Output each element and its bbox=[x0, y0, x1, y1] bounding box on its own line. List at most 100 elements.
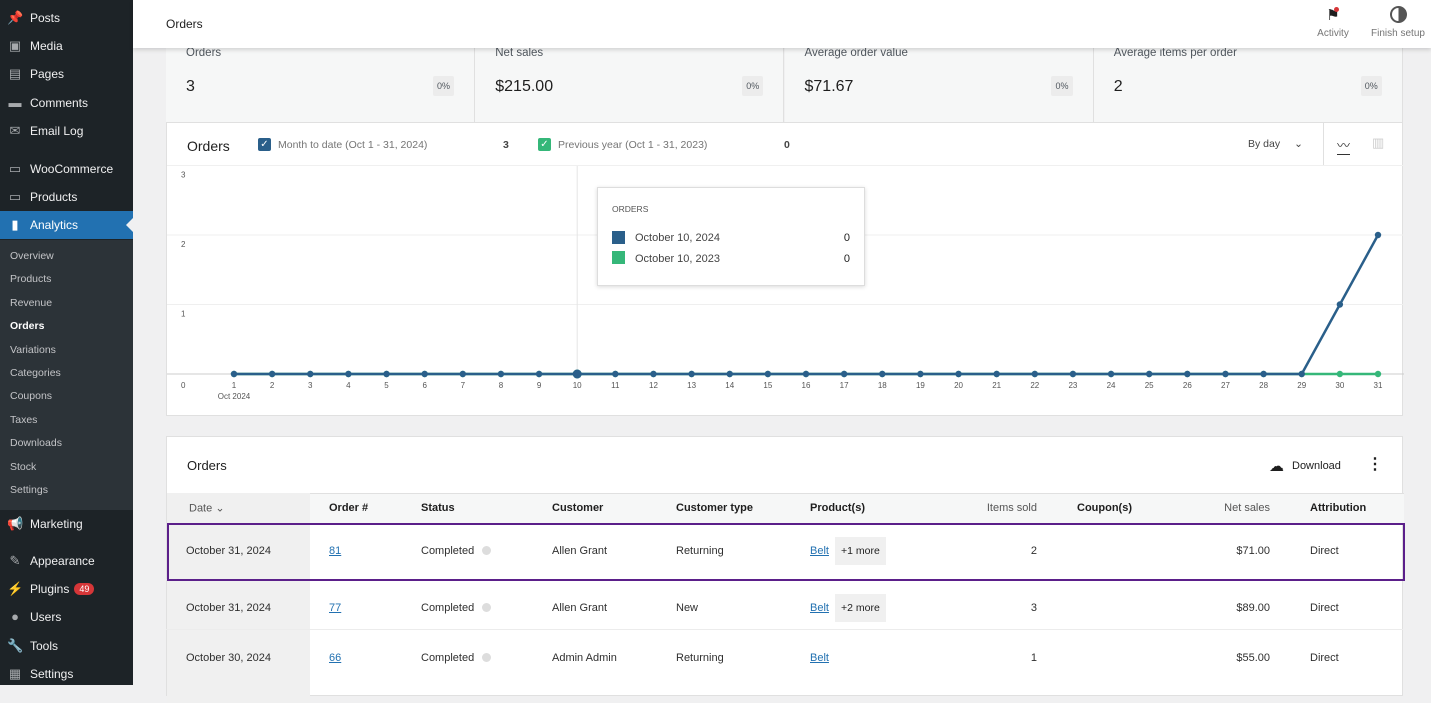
sidebar-item-posts[interactable]: 📌 Posts bbox=[0, 4, 133, 32]
user-icon: ● bbox=[11, 609, 19, 624]
submenu-item-variations[interactable]: Variations bbox=[10, 344, 56, 356]
x-tick-label: 8 bbox=[499, 381, 504, 390]
order-status: Completed bbox=[421, 602, 492, 614]
analytics-submenu: Overview Products Revenue Orders Variations C… bbox=[0, 240, 133, 510]
submenu-item-settings[interactable]: Settings bbox=[10, 484, 48, 496]
data-point bbox=[764, 370, 772, 378]
x-tick-label: 21 bbox=[992, 381, 1001, 390]
x-tick-label: 25 bbox=[1145, 381, 1154, 390]
data-point bbox=[1260, 370, 1267, 378]
product-link[interactable]: Belt bbox=[810, 602, 829, 614]
pin-icon: 📌 bbox=[7, 10, 24, 25]
order-number-link[interactable]: 77 bbox=[329, 602, 341, 614]
sidebar-item-comments[interactable]: ▬ Comments bbox=[0, 89, 133, 117]
finish-setup-button[interactable]: Finish setup bbox=[1365, 6, 1431, 39]
x-tick-label: 17 bbox=[840, 381, 849, 390]
column-header-date[interactable]: Date ⌄ bbox=[189, 502, 225, 515]
interval-select[interactable]: By day ⌄ bbox=[1248, 138, 1303, 150]
items-sold: 1 bbox=[1030, 652, 1037, 664]
checkbox-icon[interactable]: ✓ bbox=[258, 138, 271, 151]
stat-card-net-sales[interactable]: Net sales $215.00 0% bbox=[475, 38, 785, 122]
legend-current[interactable]: ✓ Month to date (Oct 1 - 31, 2024) bbox=[258, 138, 427, 151]
sidebar-item-label: Appearance bbox=[30, 554, 95, 568]
sidebar-item-settings[interactable]: ▦ Settings bbox=[0, 660, 133, 688]
product-link[interactable]: Belt bbox=[810, 652, 829, 664]
stat-card-average-order-value[interactable]: Average order value $71.67 0% bbox=[784, 38, 1094, 122]
x-tick-label: 20 bbox=[954, 381, 963, 390]
selected-row-highlight bbox=[167, 523, 1405, 581]
column-header-items-sold[interactable]: Items sold bbox=[987, 502, 1037, 514]
flag-icon: ⚑ bbox=[1326, 7, 1340, 24]
column-header-customer-type[interactable]: Customer type bbox=[676, 502, 753, 514]
sidebar-item-label: Users bbox=[30, 610, 62, 624]
legend-label: Previous year (Oct 1 - 31, 2023) bbox=[558, 138, 708, 151]
submenu-item-overview[interactable]: Overview bbox=[10, 250, 54, 262]
column-header-status[interactable]: Status bbox=[421, 502, 455, 514]
submenu-item-taxes[interactable]: Taxes bbox=[10, 414, 37, 426]
customer-type: Returning bbox=[676, 652, 724, 664]
column-header-coupon-s-[interactable]: Coupon(s) bbox=[1077, 502, 1132, 514]
comment-icon: ▬ bbox=[8, 95, 22, 110]
column-header-customer[interactable]: Customer bbox=[552, 502, 603, 514]
more-options-icon[interactable]: ⋮ bbox=[1367, 454, 1383, 474]
sidebar-item-marketing[interactable]: 📢 Marketing bbox=[0, 510, 133, 538]
data-point bbox=[1184, 370, 1191, 378]
data-point bbox=[1374, 370, 1382, 378]
submenu-item-orders[interactable]: Orders bbox=[10, 320, 44, 332]
download-button[interactable]: ☁ Download bbox=[1269, 457, 1341, 475]
series-swatch bbox=[612, 231, 625, 244]
sidebar-item-label: Email Log bbox=[30, 124, 84, 138]
activity-button[interactable]: ⚑ Activity bbox=[1303, 6, 1363, 39]
header-label: Coupon(s) bbox=[1077, 502, 1132, 514]
admin-sidebar: Overview Products Revenue Orders Variations C… bbox=[0, 0, 133, 685]
pages-icon: ▤ bbox=[8, 66, 22, 81]
sidebar-item-media[interactable]: ▣ Media bbox=[0, 32, 133, 60]
x-tick-label: 18 bbox=[878, 381, 887, 390]
sidebar-item-appearance[interactable]: ✎ Appearance bbox=[0, 547, 133, 575]
sidebar-item-pages[interactable]: ▤ Pages bbox=[0, 60, 133, 88]
column-header-order-[interactable]: Order # bbox=[329, 502, 368, 514]
bar-chart-icon[interactable]: ▥ bbox=[1372, 135, 1384, 151]
column-header-net-sales[interactable]: Net sales bbox=[1224, 502, 1270, 514]
line-chart-icon[interactable]: 〰 bbox=[1337, 135, 1351, 155]
x-tick-label: 6 bbox=[422, 381, 427, 390]
sidebar-item-analytics[interactable]: ▮ Analytics bbox=[0, 211, 133, 239]
x-tick-label: 9 bbox=[537, 381, 542, 390]
more-products-button[interactable]: +2 more bbox=[835, 594, 886, 622]
sidebar-item-tools[interactable]: 🔧 Tools bbox=[0, 632, 133, 660]
sidebar-item-email-log[interactable]: ✉ Email Log bbox=[0, 117, 133, 145]
submenu-item-downloads[interactable]: Downloads bbox=[10, 437, 62, 449]
cell-text: New bbox=[676, 602, 699, 614]
tooltip-value: 0 bbox=[843, 253, 850, 265]
column-header-attribution[interactable]: Attribution bbox=[1310, 502, 1366, 514]
data-point bbox=[879, 370, 886, 378]
submenu-item-coupons[interactable]: Coupons bbox=[10, 390, 52, 402]
submenu-item-revenue[interactable]: Revenue bbox=[10, 297, 52, 309]
submenu-item-categories[interactable]: Categories bbox=[10, 367, 61, 379]
submenu-item-stock[interactable]: Stock bbox=[10, 461, 36, 473]
stat-card-orders[interactable]: Orders 3 0% bbox=[166, 38, 475, 122]
plug-icon: ⚡ bbox=[7, 581, 24, 596]
data-point bbox=[1222, 370, 1229, 378]
sidebar-item-users[interactable]: ● Users bbox=[0, 603, 133, 631]
sidebar-item-plugins[interactable]: ⚡ Plugins 49 bbox=[0, 575, 133, 603]
submenu-item-products[interactable]: Products bbox=[10, 273, 51, 285]
stat-value: 2 bbox=[1113, 78, 1123, 95]
stat-label: Net sales bbox=[495, 47, 544, 59]
sidebar-item-products[interactable]: ▭ Products bbox=[0, 183, 133, 211]
data-point bbox=[955, 370, 962, 378]
stat-card-average-items-per-order[interactable]: Average items per order 2 0% bbox=[1093, 38, 1403, 122]
order-number-link[interactable]: 66 bbox=[329, 652, 341, 664]
checkbox-icon[interactable]: ✓ bbox=[538, 138, 551, 151]
data-point bbox=[572, 369, 582, 379]
data-point bbox=[1298, 370, 1305, 378]
x-tick-label: 3 bbox=[308, 381, 313, 390]
sidebar-item-label: Settings bbox=[30, 667, 74, 681]
cell-text: Belt bbox=[810, 602, 829, 614]
column-header-product-s-[interactable]: Product(s) bbox=[810, 502, 865, 514]
data-point bbox=[688, 370, 695, 378]
sidebar-item-woocommerce[interactable]: ▭ WooCommerce bbox=[0, 155, 133, 183]
cell-text: 66 bbox=[329, 652, 342, 664]
legend-previous[interactable]: ✓ Previous year (Oct 1 - 31, 2023) bbox=[538, 138, 707, 151]
x-tick-label: 24 bbox=[1107, 381, 1116, 390]
